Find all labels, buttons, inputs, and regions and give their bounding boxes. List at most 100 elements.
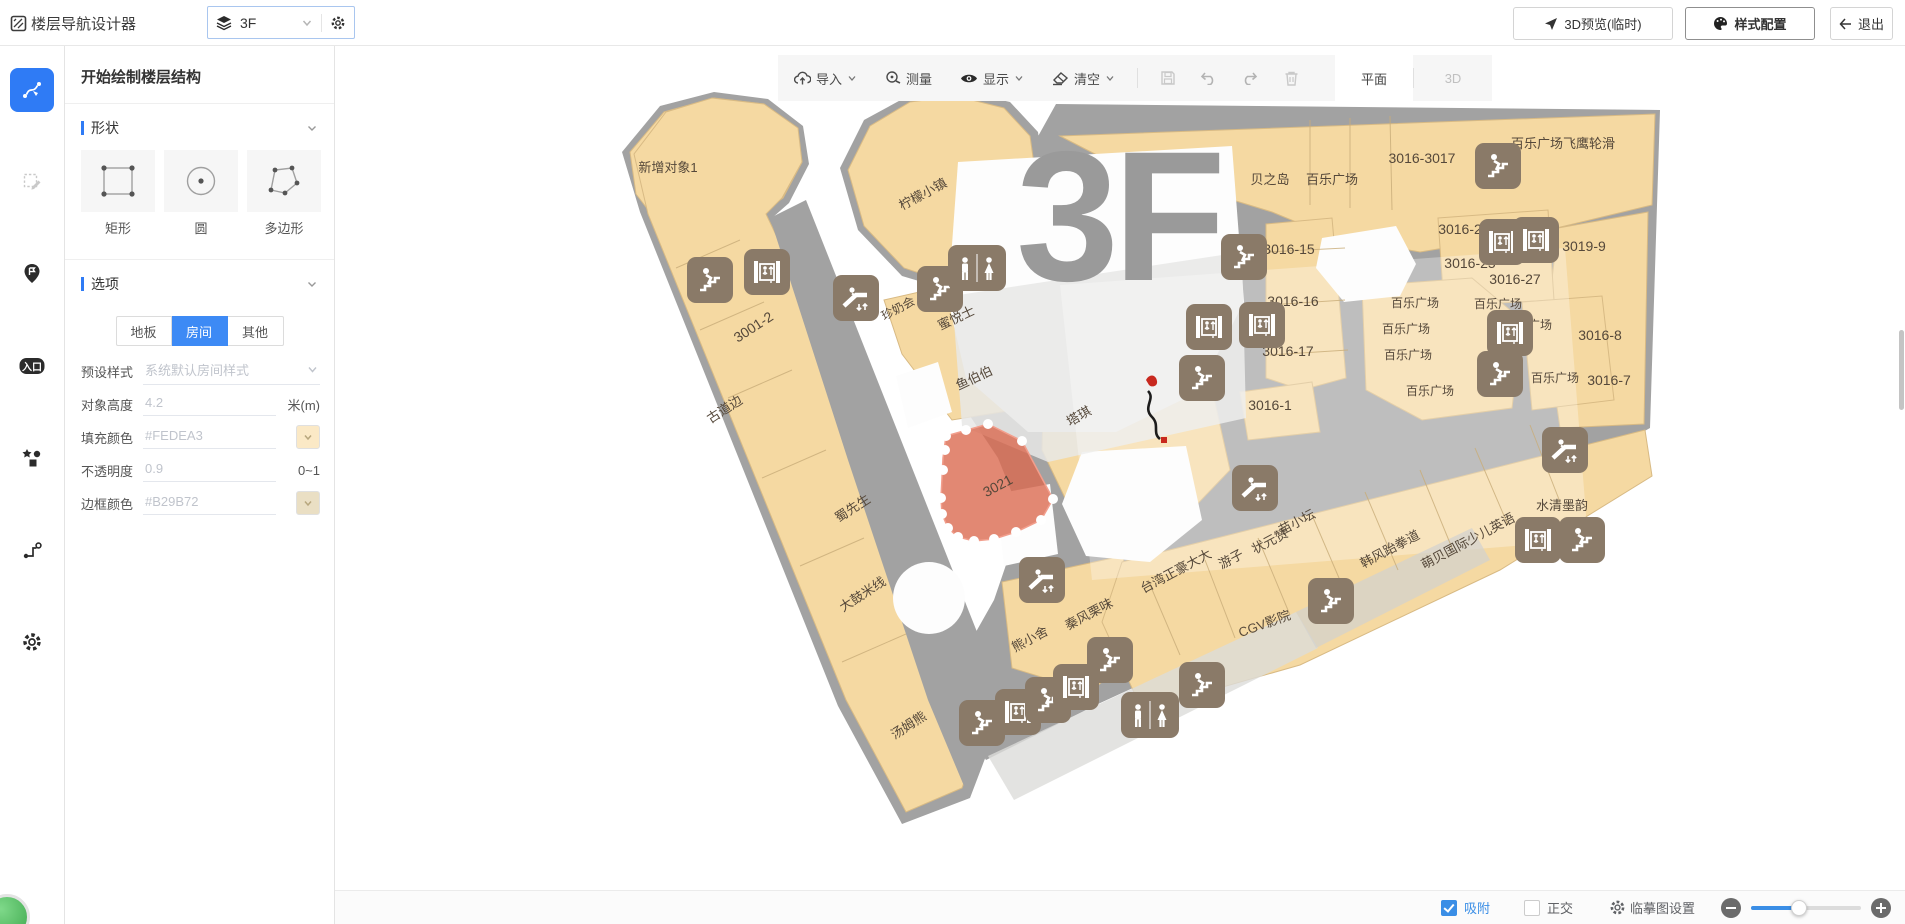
vertex-handle[interactable]: [943, 523, 953, 533]
elevator-icon[interactable]: [1239, 302, 1285, 348]
delete-button[interactable]: [1284, 70, 1299, 86]
shape-card-rect[interactable]: 矩形: [81, 150, 155, 237]
field-input[interactable]: 0.9: [143, 458, 276, 482]
undo-button[interactable]: [1200, 71, 1217, 85]
option-tab-地板[interactable]: 地板: [116, 316, 172, 346]
elevator-icon[interactable]: [1487, 310, 1533, 356]
escalator-icon[interactable]: [1232, 465, 1278, 511]
vertex-handle[interactable]: [1036, 515, 1046, 525]
field-input[interactable]: 系统默认房间样式: [143, 357, 320, 385]
zoom-out-button[interactable]: [1721, 898, 1741, 918]
store-label: 百乐广场: [1306, 172, 1358, 187]
sidebar-entrance-tool[interactable]: 入口: [10, 344, 54, 388]
vertex-handle[interactable]: [961, 425, 971, 435]
elevator-icon[interactable]: [1053, 664, 1099, 710]
stairs-icon[interactable]: [687, 257, 733, 303]
tab-plan-view[interactable]: 平面: [1335, 55, 1413, 101]
vertical-scrollbar[interactable]: [1899, 330, 1904, 410]
field-row: 预设样式 系统默认房间样式: [65, 350, 334, 383]
vertex-handle[interactable]: [1011, 527, 1021, 537]
elevator-icon[interactable]: [1515, 517, 1561, 563]
zoom-slider-thumb[interactable]: [1791, 900, 1807, 916]
stairs-icon[interactable]: [1179, 355, 1225, 401]
chevron-down-icon[interactable]: [301, 17, 313, 29]
vertex-handle[interactable]: [969, 536, 979, 546]
snap-toggle[interactable]: 吸附: [1441, 898, 1490, 917]
option-tab-其他[interactable]: 其他: [228, 316, 284, 346]
shape-section-header[interactable]: 形状: [65, 104, 334, 148]
stairs-icon[interactable]: [1308, 578, 1354, 624]
stairs-icon[interactable]: [1477, 351, 1523, 397]
field-input[interactable]: 4.2: [143, 392, 276, 416]
sidebar-edit-outline-tool[interactable]: [10, 160, 54, 204]
atrium-circle[interactable]: [893, 562, 965, 634]
vertex-handle[interactable]: [953, 532, 963, 542]
vertex-handle[interactable]: [941, 431, 951, 441]
style-config-button[interactable]: 样式配置: [1685, 7, 1815, 40]
stairs-icon[interactable]: [1559, 517, 1605, 563]
clear-button[interactable]: 清空: [1052, 69, 1115, 88]
tab-3d-view[interactable]: 3D: [1414, 55, 1492, 101]
wc-icon[interactable]: [948, 245, 1006, 291]
polygon-shape-icon[interactable]: [247, 150, 321, 212]
zoom-slider[interactable]: [1751, 906, 1861, 910]
elevator-icon[interactable]: [1186, 304, 1232, 350]
sidebar-draw-structure-tool[interactable]: [10, 68, 54, 112]
options-section-header[interactable]: 选项: [65, 260, 334, 304]
sidebar-poi-tool[interactable]: [10, 436, 54, 480]
stairs-icon[interactable]: [1221, 234, 1267, 280]
vertex-handle[interactable]: [938, 465, 948, 475]
field-input[interactable]: #FEDEA3: [143, 425, 276, 449]
vertex-handle[interactable]: [983, 419, 993, 429]
preview-3d-button[interactable]: 3D预览(临时): [1513, 7, 1673, 40]
vertex-handle[interactable]: [1048, 494, 1058, 504]
wc-icon[interactable]: [1121, 692, 1179, 738]
vertex-handle[interactable]: [940, 445, 950, 455]
floor-settings-gear-icon[interactable]: [330, 15, 346, 31]
color-swatch-button[interactable]: [296, 425, 320, 449]
rect-shape-icon[interactable]: [81, 150, 155, 212]
escalator-icon[interactable]: [833, 275, 879, 321]
field-input[interactable]: #B29B72: [143, 491, 276, 515]
save-button[interactable]: [1160, 70, 1176, 86]
ortho-checkbox[interactable]: [1524, 900, 1540, 916]
sidebar-marker-tool[interactable]: [10, 252, 54, 296]
vertex-handle[interactable]: [936, 493, 946, 503]
option-tab-房间[interactable]: 房间: [172, 316, 228, 346]
shape-card-circle[interactable]: 圆: [164, 150, 238, 237]
measure-button[interactable]: 测量: [885, 69, 932, 88]
app-title: 楼层导航设计器: [10, 13, 136, 34]
chevron-down-icon[interactable]: [306, 122, 318, 134]
chevron-down-icon[interactable]: [307, 364, 318, 375]
circle-shape-icon[interactable]: [164, 150, 238, 212]
vertex-handle[interactable]: [1017, 436, 1027, 446]
vertex-handle[interactable]: [937, 509, 947, 519]
stairs-icon[interactable]: [1475, 143, 1521, 189]
sidebar-settings-tool[interactable]: [10, 620, 54, 664]
trace-image-settings[interactable]: 临摹图设置: [1609, 898, 1695, 917]
elevator-icon[interactable]: [1513, 217, 1559, 263]
snap-checkbox[interactable]: [1441, 900, 1457, 916]
shape-label: 圆: [164, 218, 238, 237]
import-button[interactable]: 导入: [794, 69, 857, 88]
layers-icon: [216, 15, 232, 31]
display-button[interactable]: 显示: [960, 69, 1024, 88]
escalator-icon[interactable]: [1019, 557, 1065, 603]
ortho-toggle[interactable]: 正交: [1524, 898, 1573, 917]
escalator-icon[interactable]: [1542, 427, 1588, 473]
sidebar-path-tool[interactable]: [10, 528, 54, 572]
redo-button[interactable]: [1241, 71, 1258, 85]
shape-card-polygon[interactable]: 多边形: [247, 150, 321, 237]
floor-selector[interactable]: 3F: [207, 6, 355, 39]
exit-button[interactable]: 退出: [1830, 7, 1893, 40]
stairs-icon[interactable]: [1179, 662, 1225, 708]
chevron-down-icon[interactable]: [306, 278, 318, 290]
vertex-handle[interactable]: [989, 534, 999, 544]
store-label: 3016-3017: [1389, 150, 1456, 166]
field-row: 边框颜色 #B29B72: [65, 482, 334, 515]
map-canvas[interactable]: 3F新增对象13001-2古道边蜀先生大鼓米线汤姆熊柠檬小镇珍奶会蜜悦士鱼伯伯塔…: [335, 46, 1905, 924]
zoom-in-button[interactable]: [1871, 898, 1891, 918]
color-swatch-button[interactable]: [296, 491, 320, 515]
floorplan-svg[interactable]: 3F新增对象13001-2古道边蜀先生大鼓米线汤姆熊柠檬小镇珍奶会蜜悦士鱼伯伯塔…: [335, 46, 1905, 924]
elevator-icon[interactable]: [744, 249, 790, 295]
